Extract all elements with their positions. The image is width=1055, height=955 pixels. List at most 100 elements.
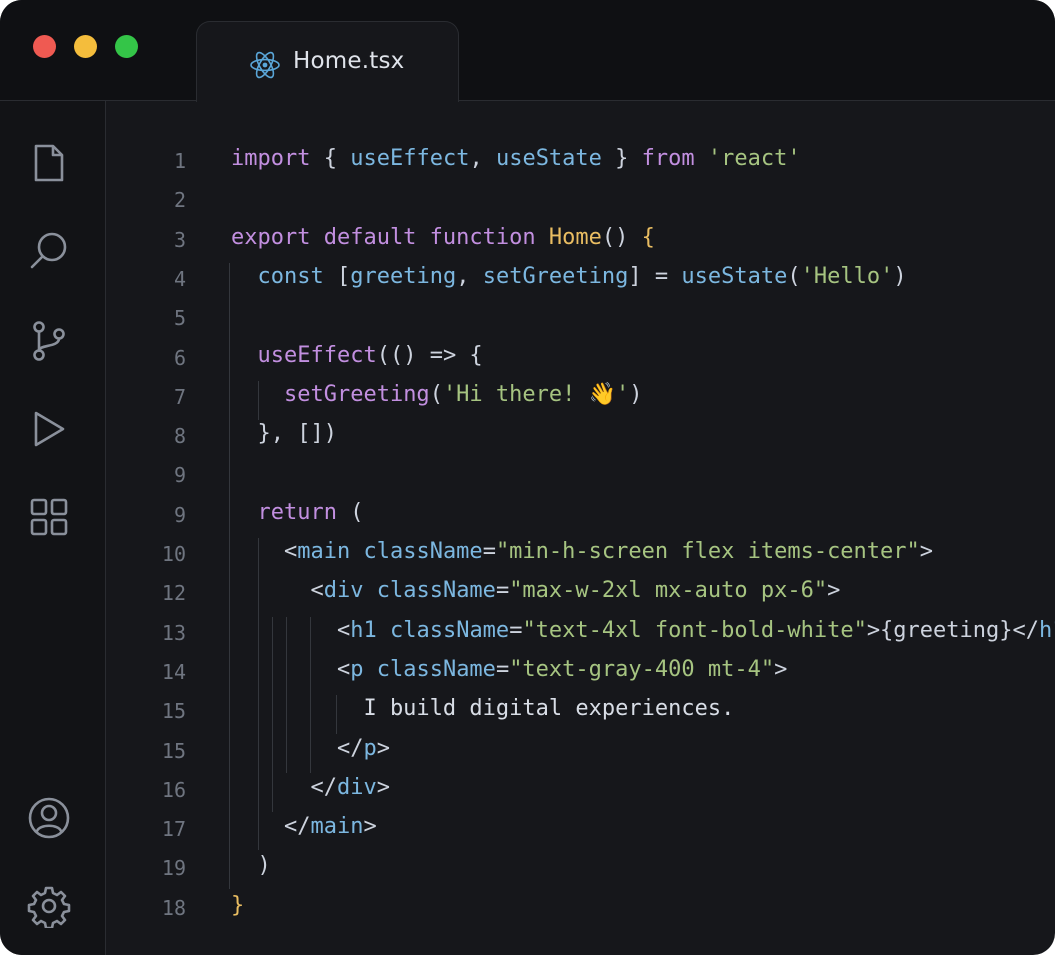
code-line[interactable]: } (231, 893, 244, 918)
code-line[interactable]: </p> (231, 736, 390, 761)
code-token: ) (893, 263, 907, 289)
code-token: { (641, 224, 655, 250)
maximize-window-button[interactable] (115, 35, 138, 58)
code-token: = (509, 617, 523, 643)
line-number: 9 (173, 502, 186, 527)
code-token: div (323, 578, 364, 604)
line-number: 2 (173, 188, 186, 213)
run-icon[interactable] (27, 407, 71, 451)
code-token: greeting (350, 263, 457, 289)
react-icon (249, 50, 281, 80)
code-line[interactable]: </main> (231, 814, 377, 839)
code-token: className (363, 539, 483, 564)
code-line[interactable]: </div> (231, 775, 390, 800)
code-token: className (389, 617, 510, 643)
code-token: 'Hi there! 👋' (442, 381, 630, 407)
code-token: < (231, 617, 351, 643)
code-token: h1 (350, 617, 377, 643)
code-token: Home (548, 224, 602, 250)
code-editor[interactable]: 1 2 3 4 5 6 7 8 9 9 10 12 13 14 15 15 16 17 19 18 import { u… (106, 101, 1055, 955)
line-number: 17 (161, 817, 186, 842)
code-token: main (310, 814, 364, 840)
code-token: < (231, 656, 351, 682)
code-line[interactable]: useEffect(() => { (231, 343, 483, 368)
code-line[interactable]: <p className="text-gray-400 mt-4"> (231, 657, 787, 682)
code-line[interactable]: <h1 className="text-4xl font-bold-white"… (231, 618, 1055, 643)
code-token: ) (231, 853, 271, 879)
search-icon[interactable] (27, 229, 71, 273)
code-token: ( (336, 499, 364, 525)
code-token: useState (495, 146, 602, 171)
code-token: className (376, 578, 496, 604)
code-token: >{greeting}</ (866, 617, 1039, 643)
code-line[interactable]: import { useEffect, useState } from 'rea… (231, 146, 801, 171)
line-number: 18 (161, 895, 186, 920)
close-window-button[interactable] (33, 35, 56, 58)
code-token: > (376, 774, 390, 800)
code-line[interactable]: I build digital experiences. (231, 696, 734, 721)
code-line[interactable]: return ( (231, 499, 364, 525)
code-line[interactable]: const [greeting, setGreeting] = useState… (231, 264, 907, 289)
title-bar: Home.tsx (0, 0, 1055, 102)
code-token: I build digital experiences. (231, 696, 735, 722)
line-number: 7 (173, 384, 186, 409)
code-token: const (257, 263, 324, 289)
code-token: </ (231, 774, 337, 800)
code-line[interactable]: <main className="min-h-screen flex items… (231, 539, 933, 564)
code-line[interactable]: <div className="max-w-2xl mx-auto px-6"> (231, 578, 840, 603)
line-number: 1 (173, 149, 186, 173)
indent-guide (229, 263, 230, 889)
code-token: useState (681, 263, 788, 289)
settings-icon[interactable] (27, 884, 71, 930)
code-line[interactable]: ) (231, 853, 271, 879)
code-token: [ (323, 263, 351, 289)
code-token: > (774, 656, 788, 682)
code-token: , (469, 146, 496, 171)
code-token: ) (629, 381, 643, 407)
tab-label: Home.tsx (293, 48, 405, 74)
code-token: 'Hello' (800, 263, 894, 289)
code-token: > (376, 735, 390, 761)
code-line[interactable]: }, []) (231, 421, 337, 447)
source-control-icon[interactable] (27, 319, 71, 363)
code-token: 'react' (707, 146, 801, 171)
code-token: </ (231, 735, 364, 761)
code-token: > (827, 578, 841, 604)
minimize-window-button[interactable] (74, 35, 97, 58)
line-number: 14 (161, 659, 186, 684)
code-token: h1 (1039, 617, 1055, 643)
code-token: = (495, 656, 510, 682)
code-token: className (376, 656, 496, 682)
code-line[interactable]: setGreeting('Hi there! 👋') (231, 382, 643, 407)
file-icon[interactable] (27, 141, 71, 185)
code-token: setGreeting (283, 381, 430, 407)
code-token: } (231, 892, 245, 918)
code-token: "max-w-2xl mx-auto px-6" (509, 578, 828, 604)
line-number: 15 (161, 738, 186, 763)
tab-home-tsx[interactable]: Home.tsx (196, 21, 459, 102)
code-token: return (257, 499, 337, 525)
line-number: 5 (173, 306, 186, 331)
code-token: main (297, 539, 351, 564)
line-number: 9 (173, 463, 186, 488)
code-token: p (350, 656, 364, 682)
code-token: "text-gray-400 mt-4" (509, 656, 775, 682)
code-token: div (336, 774, 377, 800)
code-token: p (363, 735, 377, 761)
code-token: export default function (231, 224, 536, 250)
code-line[interactable]: export default function Home() { (231, 225, 655, 250)
line-number: 4 (173, 266, 186, 291)
line-number: 13 (161, 620, 186, 645)
account-icon[interactable] (27, 796, 71, 840)
code-token: from (641, 146, 695, 171)
code-token: }, []) (231, 421, 337, 447)
code-token: "text-4xl font-bold-white" (522, 617, 867, 643)
extensions-icon[interactable] (27, 495, 71, 539)
